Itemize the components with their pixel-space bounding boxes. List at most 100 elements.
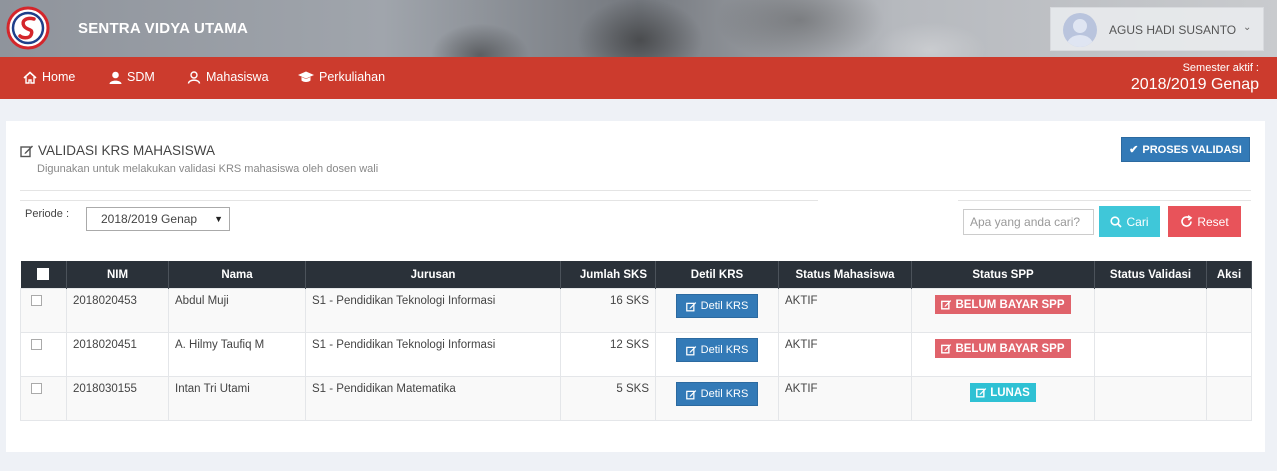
cell-status-mahasiswa: AKTIF (778, 332, 912, 377)
status-spp-text: LUNAS (990, 386, 1030, 399)
nav-label-perkuliahan: Perkuliahan (319, 70, 386, 84)
reset-label: Reset (1197, 214, 1229, 229)
table-row: 2018020451 A. Hilmy Taufiq M S1 - Pendid… (20, 332, 1252, 377)
edit-icon (685, 389, 696, 399)
avatar (1063, 13, 1097, 47)
header-nim: NIM (66, 261, 169, 289)
page-title: VALIDASI KRS MAHASISWA (20, 143, 215, 158)
avatar-icon (1067, 19, 1093, 47)
home-icon (23, 70, 37, 84)
cell-status-mahasiswa: AKTIF (778, 376, 912, 421)
cell-nim: 2018030155 (66, 376, 169, 421)
cell-nama: Intan Tri Utami (168, 376, 306, 421)
header-status-spp: Status SPP (911, 261, 1095, 289)
search-icon (1110, 215, 1123, 228)
edit-icon (685, 345, 696, 355)
cell-status-validasi (1094, 376, 1207, 421)
cell-nama: Abdul Muji (168, 288, 306, 333)
row-checkbox[interactable] (31, 295, 42, 306)
dropdown-arrow-icon: ▼ (214, 214, 223, 224)
cell-sks: 5 SKS (560, 376, 656, 421)
logo-icon (6, 6, 50, 50)
page-title-text: VALIDASI KRS MAHASISWA (38, 143, 216, 158)
nav-item-mahasiswa[interactable]: Mahasiswa (187, 70, 269, 84)
detil-krs-label: Detil KRS (700, 388, 749, 400)
cell-status-mahasiswa: AKTIF (778, 288, 912, 333)
user-menu[interactable]: AGUS HADI SUSANTO ⌄ (1050, 7, 1264, 51)
status-badge: BELUM BAYAR SPP (935, 295, 1071, 314)
cell-detil-krs: Detil KRS (655, 288, 779, 333)
refresh-icon (1181, 215, 1193, 227)
search-input[interactable] (963, 209, 1094, 235)
table-header-row: NIM Nama Jurusan Jumlah SKS Detil KRS St… (20, 261, 1252, 289)
cell-aksi (1206, 376, 1252, 421)
table-row: 2018030155 Intan Tri Utami S1 - Pendidik… (20, 376, 1252, 421)
proses-validasi-button[interactable]: ✔ PROSES VALIDASI (1121, 137, 1250, 162)
detil-krs-button[interactable]: Detil KRS (675, 338, 759, 362)
content-panel: VALIDASI KRS MAHASISWA Digunakan untuk m… (6, 121, 1265, 452)
cell-status-spp: LUNAS (911, 376, 1095, 421)
cari-button[interactable]: Cari (1099, 206, 1160, 237)
cell-nama: A. Hilmy Taufiq M (168, 332, 306, 377)
cell-status-validasi (1094, 288, 1207, 333)
row-checkbox-cell (20, 376, 67, 421)
status-badge: LUNAS (970, 383, 1036, 402)
nav-label-mahasiswa: Mahasiswa (206, 70, 269, 84)
brand-name: SENTRA VIDYA UTAMA (78, 20, 248, 37)
users-icon (187, 70, 201, 84)
detil-krs-button[interactable]: Detil KRS (675, 294, 759, 318)
chevron-down-icon: ⌄ (1243, 22, 1252, 33)
nav-item-perkuliahan[interactable]: Perkuliahan (298, 70, 385, 84)
detil-krs-label: Detil KRS (700, 344, 749, 356)
cari-label: Cari (1126, 214, 1149, 229)
nav-label-home: Home (42, 70, 76, 84)
edit-icon (976, 388, 987, 398)
top-header: SENTRA VIDYA UTAMA AGUS HADI SUSANTO ⌄ (0, 0, 1277, 57)
main-navbar: Home SDM Mahasiswa Perkuliahan Semester … (0, 57, 1277, 99)
row-checkbox[interactable] (31, 383, 42, 394)
cell-aksi (1206, 332, 1252, 377)
reset-button[interactable]: Reset (1168, 206, 1241, 237)
cell-jurusan: S1 - Pendidikan Matematika (305, 376, 561, 421)
header-jumlah-sks: Jumlah SKS (560, 261, 656, 289)
cell-jurusan: S1 - Pendidikan Teknologi Informasi (305, 332, 561, 377)
status-spp-text: BELUM BAYAR SPP (955, 298, 1065, 311)
row-checkbox[interactable] (31, 339, 42, 350)
status-badge: BELUM BAYAR SPP (935, 339, 1071, 358)
nav-item-sdm[interactable]: SDM (109, 70, 155, 84)
table-row: 2018020453 Abdul Muji S1 - Pendidikan Te… (20, 288, 1252, 333)
status-spp-text: BELUM BAYAR SPP (955, 342, 1065, 355)
cell-nim: 2018020453 (66, 288, 169, 333)
proses-validasi-label: PROSES VALIDASI (1142, 143, 1242, 156)
cell-status-spp: BELUM BAYAR SPP (911, 332, 1095, 377)
periode-select[interactable]: 2018/2019 Genap ▼ (86, 207, 230, 231)
nav-label-sdm: SDM (127, 70, 155, 84)
nav-item-home[interactable]: Home (23, 70, 75, 84)
header-nama: Nama (168, 261, 306, 289)
page-subtitle: Digunakan untuk melakukan validasi KRS m… (37, 163, 379, 175)
header-status-mahasiswa: Status Mahasiswa (778, 261, 912, 289)
graduation-cap-icon (298, 71, 314, 82)
edit-icon (685, 301, 696, 311)
header-status-validasi: Status Validasi (1094, 261, 1207, 289)
cell-status-validasi (1094, 332, 1207, 377)
periode-label: Periode : (25, 208, 70, 220)
edit-icon (20, 145, 33, 157)
krs-table: NIM Nama Jurusan Jumlah SKS Detil KRS St… (20, 261, 1252, 421)
cell-sks: 16 SKS (560, 288, 656, 333)
select-all-checkbox[interactable] (37, 268, 50, 281)
detil-krs-label: Detil KRS (700, 300, 749, 312)
divider (20, 190, 1251, 191)
cell-aksi (1206, 288, 1252, 333)
user-icon (109, 71, 122, 84)
detil-krs-button[interactable]: Detil KRS (675, 382, 759, 406)
cell-detil-krs: Detil KRS (655, 376, 779, 421)
edit-icon (941, 300, 952, 310)
cell-jurusan: S1 - Pendidikan Teknologi Informasi (305, 288, 561, 333)
header-aksi: Aksi (1206, 261, 1252, 289)
header-detil-krs: Detil KRS (655, 261, 779, 289)
cell-nim: 2018020451 (66, 332, 169, 377)
edit-icon (941, 344, 952, 354)
cell-status-spp: BELUM BAYAR SPP (911, 288, 1095, 333)
user-name: AGUS HADI SUSANTO (1109, 23, 1237, 37)
